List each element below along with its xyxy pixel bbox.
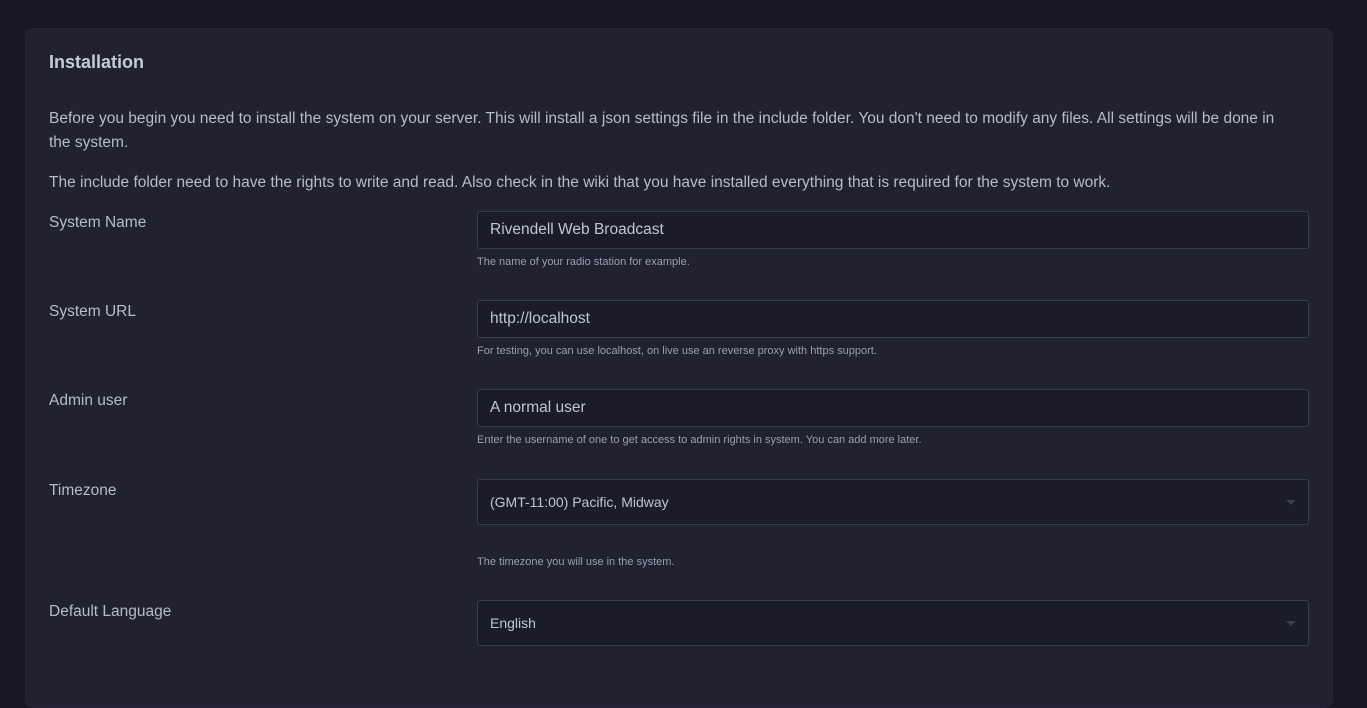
chevron-down-icon — [1286, 500, 1296, 505]
installation-card: Installation Before you begin you need t… — [25, 28, 1333, 708]
timezone-help: The timezone you will use in the system. — [477, 556, 675, 568]
system-name-label: System Name — [49, 214, 147, 231]
language-selected-value: English — [490, 615, 536, 631]
default-language-select[interactable]: English — [477, 600, 1309, 646]
default-language-label: Default Language — [49, 603, 172, 620]
system-name-input[interactable] — [477, 211, 1309, 249]
timezone-select[interactable]: (GMT-11:00) Pacific, Midway — [477, 479, 1309, 525]
admin-user-input[interactable] — [477, 389, 1309, 427]
timezone-label: Timezone — [49, 482, 117, 499]
admin-user-help: Enter the username of one to get access … — [477, 434, 922, 446]
requirements-text: The include folder need to have the righ… — [49, 174, 1111, 191]
system-url-help: For testing, you can use localhost, on l… — [477, 345, 877, 357]
admin-user-label: Admin user — [49, 392, 128, 409]
chevron-down-icon — [1286, 621, 1296, 626]
timezone-selected-value: (GMT-11:00) Pacific, Midway — [490, 494, 669, 510]
intro-text: Before you begin you need to install the… — [49, 110, 1275, 151]
system-url-input[interactable] — [477, 300, 1309, 338]
card-title: Installation — [49, 52, 145, 72]
system-name-help: The name of your radio station for examp… — [477, 256, 690, 268]
system-url-label: System URL — [49, 303, 136, 320]
